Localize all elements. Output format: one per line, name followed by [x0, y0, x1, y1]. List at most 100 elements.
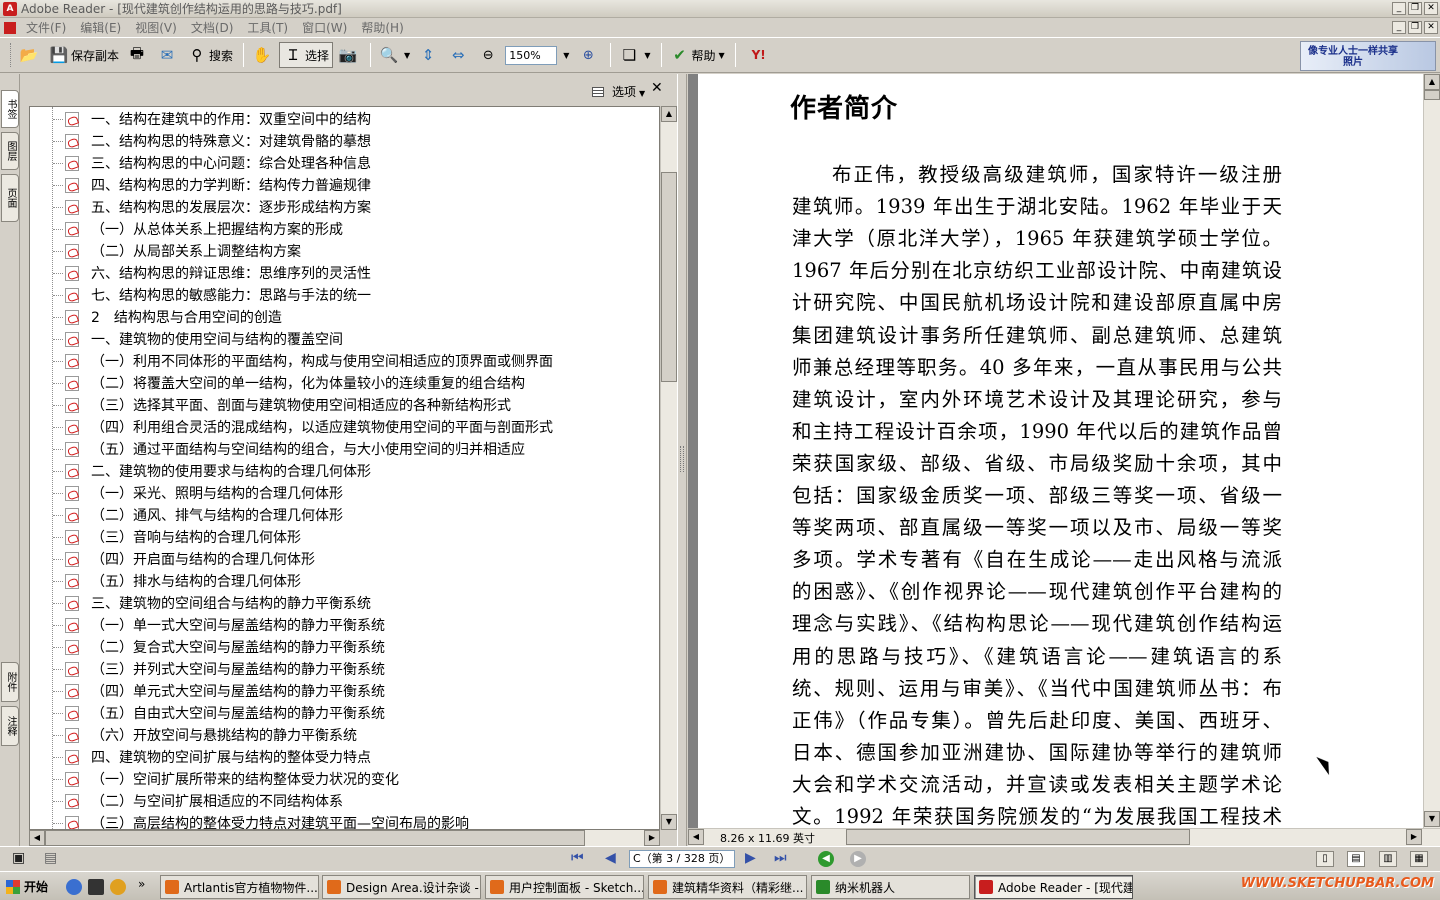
zoom-tool-button[interactable]: 🔍 ▼	[376, 42, 413, 68]
yahoo-button[interactable]: Y!	[741, 42, 779, 68]
scroll-left-arrow-icon[interactable]: ◀	[688, 829, 704, 845]
stop-icon[interactable]	[88, 879, 104, 895]
splitter-grip[interactable]	[680, 446, 684, 472]
scroll-left-arrow-icon[interactable]: ◀	[29, 830, 45, 846]
scroll-right-arrow-icon[interactable]: ▶	[1406, 829, 1422, 845]
facing-layout-icon[interactable]: ▥	[1379, 851, 1397, 867]
close-button[interactable]: ✕	[1424, 2, 1438, 15]
bookmark-item[interactable]: （六）开放空间与悬挑结构的静力平衡系统	[30, 724, 357, 746]
menu-view[interactable]: 视图(V)	[135, 19, 177, 36]
media-player-icon[interactable]	[66, 879, 82, 895]
continuous-layout-icon[interactable]: ▤	[1347, 851, 1365, 867]
scroll-up-arrow-icon[interactable]: ▲	[661, 106, 677, 122]
search-button[interactable]: ⚲ 搜索	[184, 42, 236, 68]
menu-edit[interactable]: 编辑(E)	[80, 19, 121, 36]
taskbar-item[interactable]: Artlantis官方植物物件...	[160, 875, 319, 899]
photo-share-ad[interactable]: 像专业人士一样共享 照片	[1300, 41, 1436, 71]
taskbar-item[interactable]: Design Area.设计杂谈 - ...	[322, 875, 481, 899]
select-tool-button[interactable]: Ɪ 选择	[279, 42, 334, 68]
document-horizontal-scrollbar[interactable]: ◀ 8.26 x 11.69 英寸 ▶	[688, 828, 1440, 846]
start-button[interactable]: 开始	[2, 875, 56, 898]
options-menu-button[interactable]: 选项 ▼	[592, 83, 645, 100]
bookmark-item[interactable]: 一、结构在建筑中的作用：双重空间中的结构	[30, 108, 371, 130]
panel-splitter[interactable]	[677, 74, 687, 846]
bookmark-item[interactable]: （二）从局部关系上调整结构方案	[30, 240, 301, 262]
previous-page-icon[interactable]: ◀	[605, 850, 616, 866]
bookmark-item[interactable]: （四）利用组合灵活的混成结构，以适应建筑物使用空间的平面与剖面形式	[30, 416, 553, 438]
bookmark-item[interactable]: （一）空间扩展所带来的结构整体受力状况的变化	[30, 768, 399, 790]
menu-help[interactable]: 帮助(H)	[361, 19, 403, 36]
print-button[interactable]: 🖶	[124, 42, 152, 68]
pdf-page[interactable]: 作者简介 布正伟，教授级高级建筑师，国家特许一级注册 建筑师。1939 年出生于湖…	[698, 74, 1423, 828]
scroll-right-arrow-icon[interactable]: ▶	[644, 830, 660, 846]
tab-layers[interactable]: 图层	[1, 132, 19, 170]
page-layout-button[interactable]: ❏ ▼	[616, 42, 653, 68]
document-view[interactable]: 作者简介 布正伟，教授级高级建筑师，国家特许一级注册 建筑师。1939 年出生于湖…	[688, 74, 1440, 846]
page-number-field[interactable]: C（第 3 / 328 页）	[629, 850, 735, 868]
bookmark-item[interactable]: （一）从总体关系上把握结构方案的形成	[30, 218, 343, 240]
taskbar-item[interactable]: 用户控制面板 - Sketch...	[485, 875, 644, 899]
help-button[interactable]: ✔ 帮助 ▼	[667, 42, 728, 68]
scroll-down-arrow-icon[interactable]: ▼	[1424, 811, 1440, 827]
bookmark-item[interactable]: 2 结构构思与合用空间的创造	[30, 306, 282, 328]
quicklaunch-more-icon[interactable]: »	[138, 877, 145, 891]
bookmark-item[interactable]: 四、结构构思的力学判断：结构传力普遍规律	[30, 174, 371, 196]
bookmark-item[interactable]: 三、结构构思的中心问题：综合处理各种信息	[30, 152, 371, 174]
tab-attachments[interactable]: 附件	[1, 662, 19, 702]
open-button[interactable]: 📂	[16, 42, 44, 68]
bookmark-item[interactable]: 三、建筑物的空间组合与结构的静力平衡系统	[30, 592, 371, 614]
bookmark-item[interactable]: （四）开启面与结构的合理几何体形	[30, 548, 315, 570]
bookmark-item[interactable]: 二、结构构思的特殊意义：对建筑骨骼的摹想	[30, 130, 371, 152]
document-vertical-scrollbar[interactable]: ▲ ▼	[1423, 74, 1440, 828]
bookmark-item[interactable]: （二）复合式大空间与屋盖结构的静力平衡系统	[30, 636, 385, 658]
bookmark-item[interactable]: （五）自由式大空间与屋盖结构的静力平衡系统	[30, 702, 385, 724]
continuous-view-icon[interactable]: ▤	[44, 850, 57, 866]
menu-window[interactable]: 窗口(W)	[302, 19, 347, 36]
taskbar-item[interactable]: 建筑精华资料（精彩继...	[648, 875, 807, 899]
go-forward-icon[interactable]: ▶	[850, 851, 866, 867]
bookmark-item[interactable]: 六、结构构思的辩证思维：思维序列的灵活性	[30, 262, 371, 284]
bookmark-item[interactable]: 二、建筑物的使用要求与结构的合理几何体形	[30, 460, 371, 482]
zoom-dropdown-icon[interactable]: ▼	[563, 51, 569, 60]
snapshot-button[interactable]: 📷	[335, 42, 363, 68]
browser-icon[interactable]	[110, 879, 126, 895]
restore-button[interactable]: ❐	[1408, 2, 1422, 15]
bookmark-item[interactable]: 四、建筑物的空间扩展与结构的整体受力特点	[30, 746, 371, 768]
save-copy-button[interactable]: 💾 保存副本	[46, 42, 122, 68]
fit-width-button[interactable]: ⇔	[445, 42, 473, 68]
scroll-thumb[interactable]	[661, 172, 677, 382]
menu-tools[interactable]: 工具(T)	[247, 19, 288, 36]
continuous-facing-layout-icon[interactable]: ▦	[1410, 851, 1428, 867]
email-button[interactable]: ✉	[154, 42, 182, 68]
zoom-input[interactable]: 150%	[505, 45, 558, 65]
bookmarks-horizontal-scrollbar[interactable]: ◀ ▶	[29, 830, 660, 846]
document-icon[interactable]	[4, 21, 16, 34]
bookmark-item[interactable]: （三）高层结构的整体受力特点对建筑平面—空间布局的影响	[30, 812, 469, 829]
tab-pages[interactable]: 页面	[1, 174, 19, 222]
last-page-icon[interactable]: ⏭	[774, 850, 787, 866]
taskbar-item[interactable]: 纳米机器人	[811, 875, 970, 899]
menu-document[interactable]: 文档(D)	[191, 19, 234, 36]
bookmark-item[interactable]: （四）单元式大空间与屋盖结构的静力平衡系统	[30, 680, 385, 702]
go-back-icon[interactable]: ◀	[818, 851, 834, 867]
bookmark-item[interactable]: 七、结构构思的敏感能力：思路与手法的统一	[30, 284, 371, 306]
tab-bookmarks[interactable]: 书签	[1, 90, 19, 128]
doc-minimize-button[interactable]: _	[1392, 21, 1406, 34]
dropdown-arrow-icon[interactable]: ▼	[404, 51, 410, 60]
single-page-view-icon[interactable]: ▣	[12, 850, 25, 866]
bookmark-item[interactable]: （五）排水与结构的合理几何体形	[30, 570, 301, 592]
bookmarks-vertical-scrollbar[interactable]: ▲ ▼	[660, 106, 677, 830]
toolbar-grip[interactable]	[10, 43, 13, 67]
bookmark-item[interactable]: （二）通风、排气与结构的合理几何体形	[30, 504, 343, 526]
bookmark-item[interactable]: （三）音响与结构的合理几何体形	[30, 526, 301, 548]
horizontal-scroll-thumb[interactable]	[45, 830, 585, 846]
doc-restore-button[interactable]: ❐	[1408, 21, 1422, 34]
first-page-icon[interactable]: ⏮	[571, 850, 584, 866]
scroll-thumb[interactable]	[1424, 90, 1440, 100]
horizontal-scroll-thumb[interactable]	[846, 829, 1190, 845]
tab-comments[interactable]: 注释	[1, 706, 19, 746]
doc-close-button[interactable]: ✕	[1424, 21, 1438, 34]
actual-size-button[interactable]: ⇕	[415, 42, 443, 68]
menu-file[interactable]: 文件(F)	[26, 19, 66, 36]
close-panel-icon[interactable]: ✕	[651, 80, 663, 96]
